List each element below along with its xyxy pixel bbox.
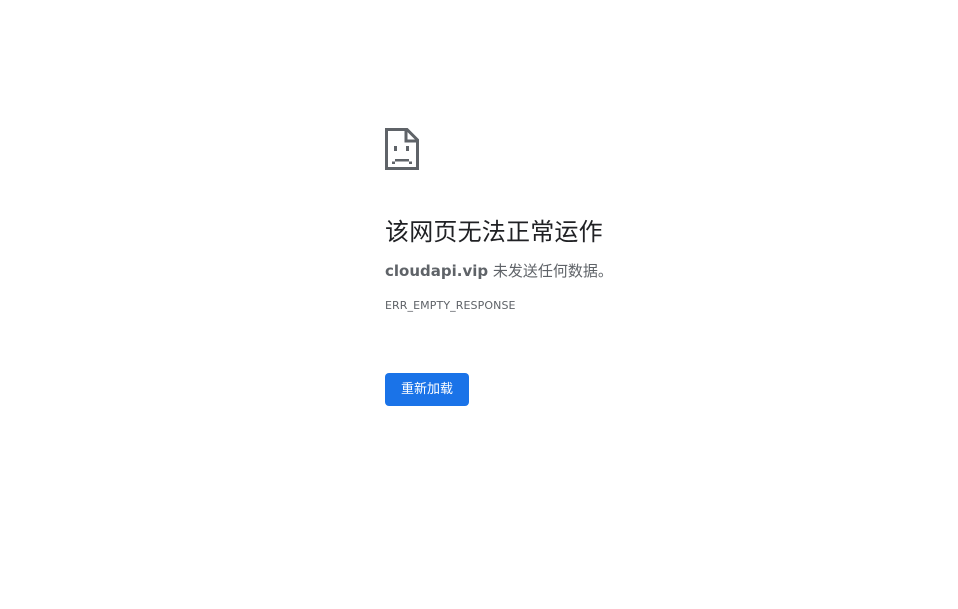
reload-button[interactable]: 重新加载 — [385, 373, 470, 406]
error-content: 该网页无法正常运作 cloudapi.vip 未发送任何数据。 ERR_EMPT… — [385, 128, 885, 406]
error-heading: 该网页无法正常运作 — [385, 218, 603, 246]
error-summary: cloudapi.vip 未发送任何数据。 — [385, 261, 885, 281]
error-message: 未发送任何数据。 — [492, 262, 613, 280]
error-code: ERR_EMPTY_RESPONSE — [385, 299, 516, 312]
error-page: 该网页无法正常运作 cloudapi.vip 未发送任何数据。 ERR_EMPT… — [0, 0, 958, 609]
error-host: cloudapi.vip — [385, 262, 489, 280]
sad-page-icon — [385, 128, 419, 170]
